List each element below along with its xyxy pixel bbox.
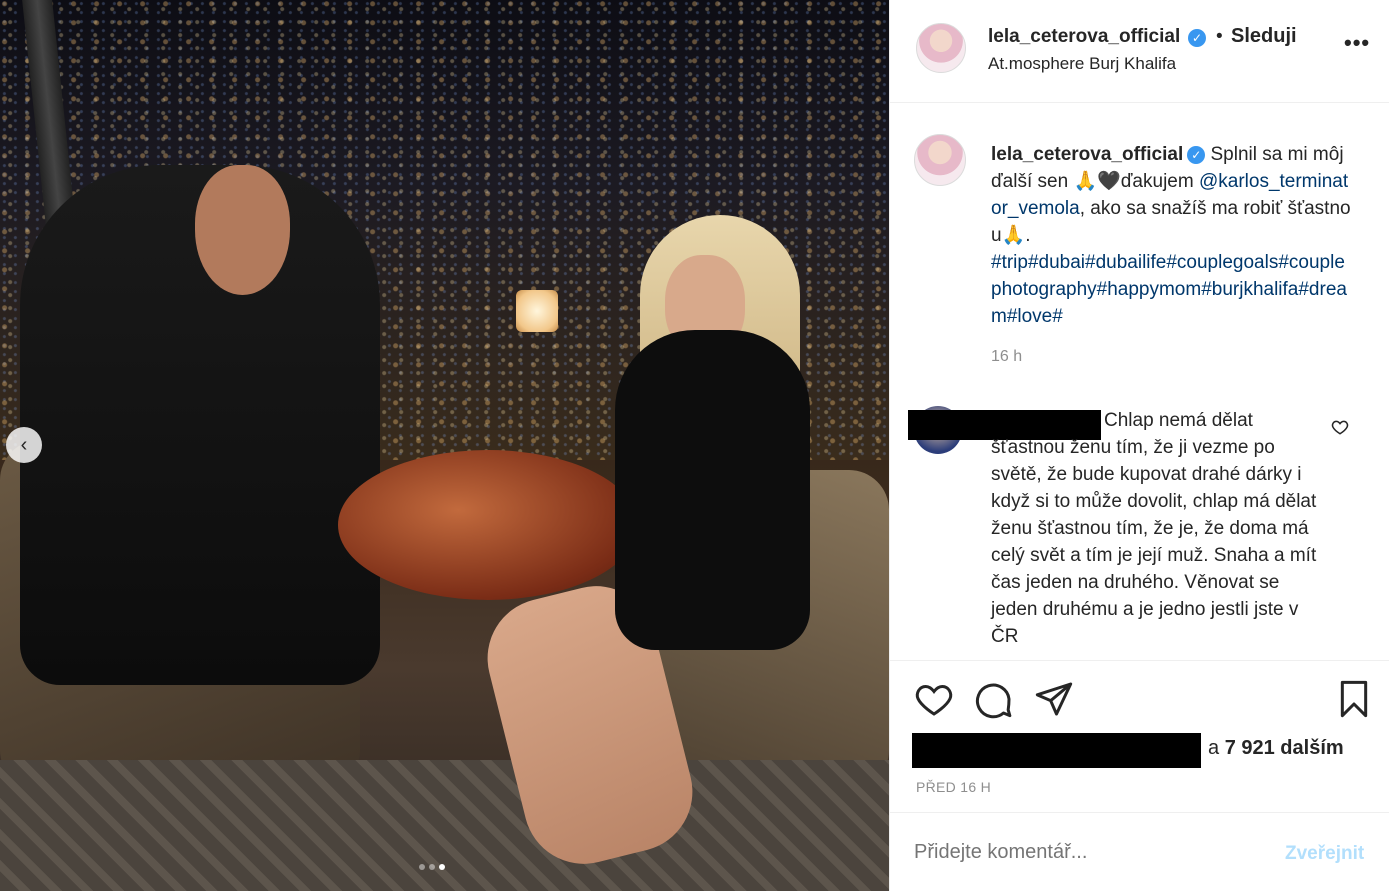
more-options-icon[interactable]: ••• [1344,30,1370,56]
chevron-left-icon: ‹ [20,434,28,456]
woman-figure [615,330,810,650]
round-table [338,450,638,600]
redacted-liker-names [912,733,1201,768]
carousel-dot [419,864,425,870]
likes-others-count[interactable]: 7 921 dalším [1225,737,1344,759]
comment-bubble-icon[interactable] [974,679,1014,719]
table-lamp [516,290,558,332]
post-details-pane: lela_ceterova_official ✓ • Sleduji At.mo… [889,0,1389,891]
author-avatar[interactable] [916,23,966,73]
add-comment-section: Zveřejnit [890,812,1389,891]
post-header: lela_ceterova_official ✓ • Sleduji At.mo… [890,0,1389,103]
post-timestamp[interactable]: PŘED 16 H [916,779,991,795]
carousel-prev-button[interactable]: ‹ [6,427,42,463]
comment-like-heart-icon[interactable] [1331,418,1349,436]
post-actions: a 7 921 dalším PŘED 16 H [890,660,1389,810]
save-bookmark-icon[interactable] [1334,679,1374,719]
caption-text: lela_ceterova_official ✓ Splnil sa mi môj… [991,141,1351,330]
carousel-indicators [419,864,445,870]
share-paper-plane-icon[interactable] [1034,679,1074,719]
comment-text: Chlap nemá dělat šťastnou ženu tím, že j… [991,410,1317,647]
carousel-dot-active [439,864,445,870]
following-button[interactable]: Sleduji [1231,25,1297,48]
post-location[interactable]: At.mosphere Burj Khalifa [988,54,1176,74]
like-heart-icon[interactable] [914,679,954,719]
likes-count[interactable]: a 7 921 dalším [1208,737,1344,760]
caption-username[interactable]: lela_ceterova_official [991,144,1183,165]
carousel-dot [429,864,435,870]
header-separator: • [1216,26,1223,47]
caption-avatar[interactable] [914,134,966,186]
caption-time[interactable]: 16 h [991,348,1022,366]
author-username[interactable]: lela_ceterova_official [988,26,1180,48]
caption-hashtags[interactable]: #trip#dubai#dubailife#couplegoals#couple… [991,252,1347,327]
post-comment-button[interactable]: Zveřejnit [1285,843,1364,865]
post-photo[interactable]: ‹ [0,0,889,891]
verified-badge-icon: ✓ [1188,29,1206,47]
man-head [195,165,290,295]
carpet [0,760,889,891]
likes-connector: a [1208,737,1220,759]
verified-badge-icon: ✓ [1187,145,1206,164]
comment-input[interactable] [914,841,1254,864]
